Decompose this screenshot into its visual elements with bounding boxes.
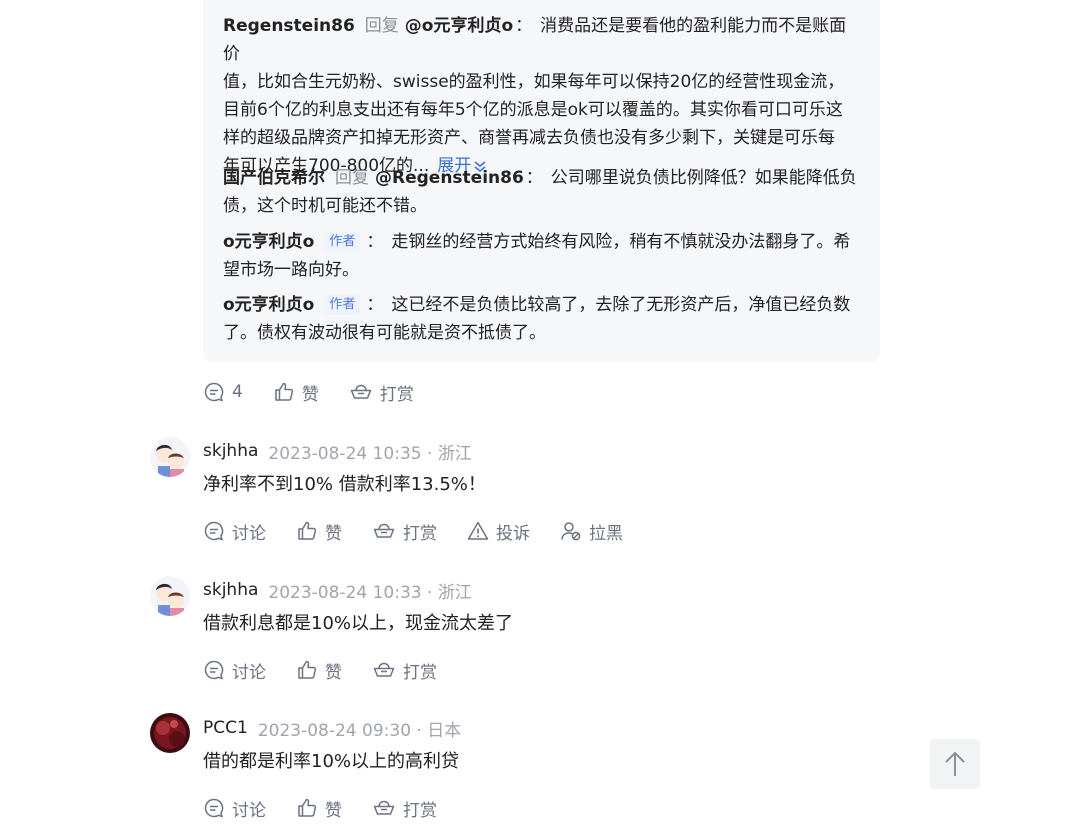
gold-ingot-icon <box>373 662 395 677</box>
block-button[interactable]: 拉黑 <box>560 519 623 544</box>
comment-count-button[interactable]: 4 <box>203 381 243 403</box>
author-badge: 作者 <box>324 232 361 252</box>
like-label: 赞 <box>301 384 319 405</box>
comment-meta: 2023-08-24 09:30 · 日本 <box>257 720 462 741</box>
like-button[interactable]: 赞 <box>273 380 319 405</box>
like-label: 赞 <box>325 662 342 683</box>
comment-icon <box>204 521 224 541</box>
report-button[interactable]: 投诉 <box>467 519 530 544</box>
comment-username[interactable]: PCC1 <box>203 718 248 738</box>
comment-text: 净利率不到10% 借款利率13.5%！ <box>203 474 486 495</box>
discuss-button[interactable]: 讨论 <box>203 519 266 544</box>
reply-author[interactable]: Regenstein86 <box>223 16 355 36</box>
like-button[interactable]: 赞 <box>296 796 342 821</box>
reply-text-line: 这已经不是负债比较高了，去除了无形资产后，净值已经负数 <box>391 295 851 315</box>
reward-button[interactable]: 打赏 <box>372 519 437 544</box>
reward-button[interactable]: 打赏 <box>372 796 437 821</box>
comment-text: 借款利息都是10%以上，现金流太差了 <box>203 613 514 634</box>
comment-icon <box>204 382 224 402</box>
reply-item: o元亨利贞o 作者：这已经不是负债比较高了，去除了无形资产后，净值已经负数 了。债… <box>223 295 851 343</box>
comment-meta: 2023-08-24 10:35 · 浙江 <box>268 443 472 464</box>
reply-mention[interactable]: @Regenstein86 <box>375 168 524 188</box>
comment-username[interactable]: skjhha <box>203 441 258 461</box>
reward-label: 打赏 <box>403 662 437 683</box>
thumbs-up-icon <box>298 521 317 540</box>
comment-meta: 2023-08-24 10:33 · 浙江 <box>268 582 472 603</box>
block-label: 拉黑 <box>589 523 623 544</box>
comment-username[interactable]: skjhha <box>203 580 258 600</box>
reply-item: 国产伯克希尔 回复 @Regenstein86：公司哪里说负债比例降低？如果能降低负… <box>223 168 857 216</box>
reward-label: 打赏 <box>403 523 437 544</box>
reply-author[interactable]: o元亨利贞o <box>223 295 314 315</box>
warning-icon <box>467 521 489 540</box>
reply-text-line: 值，比如合生元奶粉、swisse的盈利性，如果每年可以保持20亿的经营性现金流， <box>223 72 845 92</box>
user-block-icon <box>561 522 581 541</box>
arrow-up-icon <box>945 751 965 776</box>
reply-author[interactable]: 国产伯克希尔 <box>223 168 325 188</box>
discuss-button[interactable]: 讨论 <box>203 796 266 821</box>
comment-header: skjhha 2023-08-24 10:35 · 浙江 <box>203 437 472 465</box>
like-label: 赞 <box>325 523 342 544</box>
reward-label: 打赏 <box>403 800 437 821</box>
reward-button[interactable]: 打赏 <box>349 380 414 405</box>
reply-author[interactable]: o元亨利贞o <box>223 232 314 252</box>
comment-actions: 讨论 赞 打赏 投诉 拉黑 <box>203 517 653 545</box>
reply-item: o元亨利贞o 作者：走钢丝的经营方式始终有风险，稍有不慎就没办法翻身了。希 望市场… <box>223 232 851 280</box>
comment-header: skjhha 2023-08-24 10:33 · 浙江 <box>203 576 472 604</box>
like-label: 赞 <box>325 800 342 821</box>
thumbs-up-icon <box>275 382 293 401</box>
reply-text-line: 目前6个亿的利息支出还有每年5个亿的派息是ok可以覆盖的。其实你看可口可乐这 <box>223 100 843 120</box>
reply-verb: 回复 <box>364 16 399 36</box>
thread-actions: 4 赞 打赏 <box>203 378 444 406</box>
thumbs-up-icon <box>298 660 317 679</box>
reward-button[interactable]: 打赏 <box>372 658 437 683</box>
reply-text-line: 样的超级品牌资产扣掉无形资产、商誉再减去负债也没有多少剩下，关键是可乐每 <box>223 128 835 148</box>
gold-ingot-icon <box>373 523 395 538</box>
gold-ingot-icon <box>373 800 395 815</box>
thumbs-up-icon <box>298 798 317 817</box>
report-label: 投诉 <box>496 523 530 544</box>
comment-icon <box>204 798 224 818</box>
reply-text-line: 公司哪里说负债比例降低？如果能降低负 <box>550 168 857 188</box>
author-badge: 作者 <box>324 295 361 315</box>
comment-actions: 讨论 赞 打赏 <box>203 656 467 684</box>
avatar[interactable] <box>150 576 190 616</box>
reply-item: Regenstein86 回复 @o元亨利贞o：消费品还是要看他的盈利能力而不是账面… <box>223 16 847 176</box>
discuss-label: 讨论 <box>232 523 266 544</box>
like-button[interactable]: 赞 <box>296 658 342 683</box>
reply-text-line: 债，这个时机可能还不错。 <box>223 196 427 216</box>
reply-text-line: 了。债权有波动很有可能就是资不抵债了。 <box>223 323 546 343</box>
reply-text-line: 望市场一路向好。 <box>223 260 359 280</box>
reward-label: 打赏 <box>379 384 414 405</box>
comment-header: PCC1 2023-08-24 09:30 · 日本 <box>203 714 461 742</box>
reply-text-line: 走钢丝的经营方式始终有风险，稍有不慎就没办法翻身了。希 <box>391 232 851 252</box>
gold-ingot-icon <box>350 384 372 399</box>
reply-thread-box: Regenstein86 回复 @o元亨利贞o：消费品还是要看他的盈利能力而不是账面… <box>203 0 880 362</box>
comment-actions: 讨论 赞 打赏 <box>203 794 467 822</box>
reply-mention[interactable]: @o元亨利贞o <box>405 16 513 36</box>
avatar[interactable] <box>150 713 190 753</box>
back-to-top-button[interactable] <box>930 739 980 789</box>
avatar[interactable] <box>150 437 190 477</box>
comment-text: 借的都是利率10%以上的高利贷 <box>203 751 460 772</box>
comment-count: 4 <box>232 382 243 402</box>
discuss-label: 讨论 <box>232 662 266 683</box>
discuss-button[interactable]: 讨论 <box>203 658 266 683</box>
comment-icon <box>204 660 224 680</box>
discuss-label: 讨论 <box>232 800 266 821</box>
reply-verb: 回复 <box>335 168 369 188</box>
like-button[interactable]: 赞 <box>296 519 342 544</box>
